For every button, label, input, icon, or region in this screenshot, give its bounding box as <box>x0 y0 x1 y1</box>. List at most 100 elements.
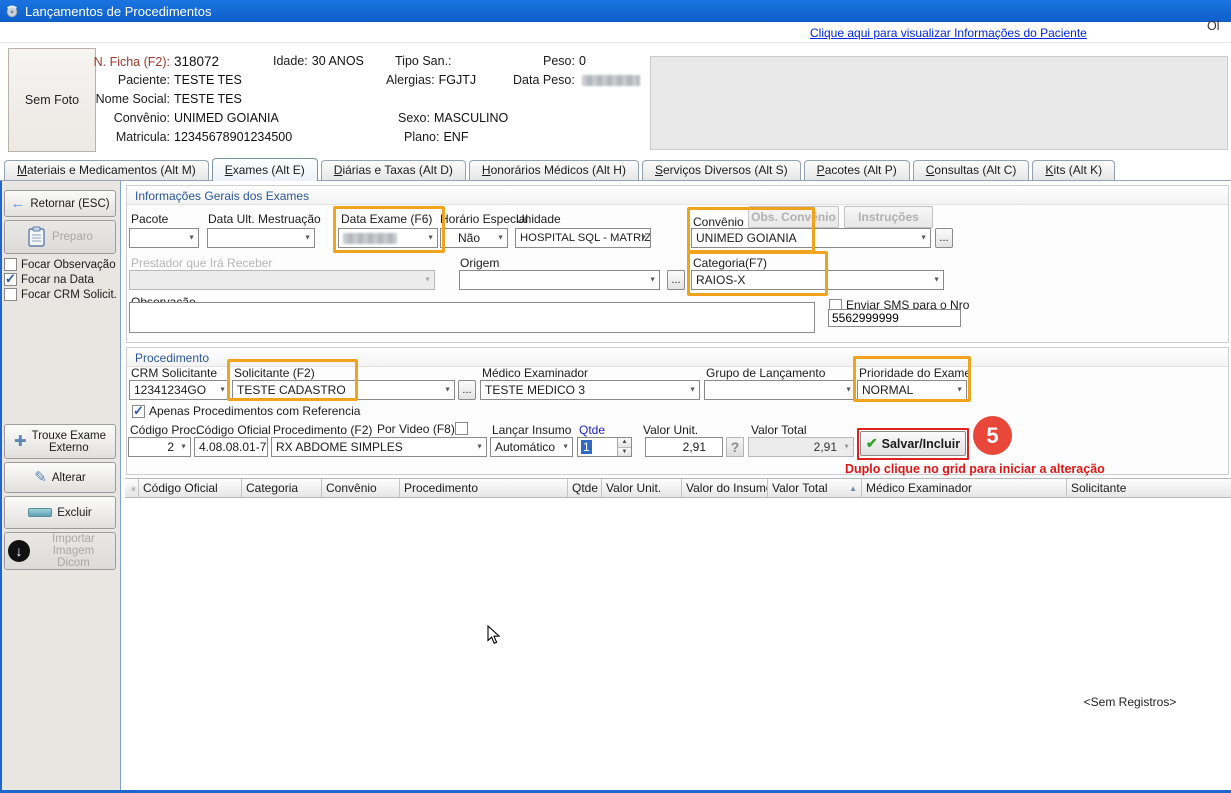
grid-col-qtde[interactable]: Qtde <box>568 479 602 497</box>
convenio-dropdown[interactable]: UNIMED GOIANIA▼ <box>691 228 931 248</box>
tab-kits[interactable]: Kits (Alt K) <box>1032 160 1115 180</box>
convenio-value: UNIMED GOIANIA <box>174 111 279 125</box>
medico-examinador-dropdown[interactable]: TESTE MEDICO 3▼ <box>480 380 700 400</box>
tab-materiais[interactable]: Materiais e Medicamentos (Alt M) <box>4 160 209 180</box>
annotation-hint: Duplo clique no grid para iniciar a alte… <box>845 462 1105 476</box>
green-check-icon: ✔ <box>866 435 878 452</box>
unidade-dropdown[interactable]: HOSPITAL SQL - MATRIZ▼ <box>515 228 651 248</box>
patient-datapeso-row: Data Peso: <box>513 73 640 87</box>
paciente-label: Paciente: <box>75 73 170 87</box>
dropdown-icon: ▼ <box>444 387 451 394</box>
dropdown-icon: ▼ <box>640 235 647 242</box>
dropdown-icon: ▼ <box>497 235 504 242</box>
grid-col-indicator: ✳ <box>125 479 139 497</box>
patient-observation-panel <box>650 56 1228 150</box>
prioridade-dropdown[interactable]: NORMAL▼ <box>857 380 967 400</box>
codigo-oficial-field[interactable]: 4.08.08.01-7 <box>194 437 268 457</box>
peso-value: 0 <box>579 54 586 68</box>
indicator-icon: ✳ <box>129 485 137 494</box>
categoria-dropdown[interactable]: RAIOS-X▼ <box>691 270 944 290</box>
grupo-lancamento-dropdown[interactable]: ▼ <box>704 380 856 400</box>
tab-servicos[interactable]: Serviços Diversos (Alt S) <box>642 160 801 180</box>
categoria-label: Categoria(F7) <box>693 256 767 270</box>
grid-col-convenio[interactable]: Convênio <box>322 479 400 497</box>
qtde-stepper[interactable]: 1 ▲ ▼ <box>577 437 632 457</box>
importar-dicom-button[interactable]: ↓ ImportarImagem Dicom <box>4 532 116 570</box>
spin-up-icon[interactable]: ▲ <box>618 438 631 447</box>
focar-na-data-checkbox[interactable]: Focar na Data <box>4 273 94 286</box>
unidade-label: Unidade <box>516 212 561 226</box>
procedures-grid: ✳ Código Oficial Categoria Convênio Proc… <box>125 478 1231 790</box>
dropdown-icon: ▼ <box>427 235 434 242</box>
valor-unit-field[interactable]: 2,91 <box>645 437 723 457</box>
grid-col-codigo-oficial[interactable]: Código Oficial <box>139 479 242 497</box>
tab-pacotes[interactable]: Pacotes (Alt P) <box>804 160 910 180</box>
solicitante-more-button[interactable]: ... <box>458 380 476 400</box>
por-video-checkbox[interactable] <box>455 422 468 435</box>
tab-honorarios[interactable]: Honorários Médicos (Alt H) <box>469 160 639 180</box>
grupo-lancamento-label: Grupo de Lançamento <box>706 366 825 380</box>
clipboard-icon <box>27 226 47 248</box>
lancar-insumo-dropdown[interactable]: Automático▼ <box>490 437 573 457</box>
focar-observacao-checkbox[interactable]: Focar Observação <box>4 258 116 271</box>
crm-solicitante-dropdown[interactable]: 12341234GO▼ <box>129 380 230 400</box>
procedimento-label: Procedimento (F2) <box>273 423 372 437</box>
grid-col-valor-unit[interactable]: Valor Unit. <box>602 479 682 497</box>
patient-ficha-row: N. Ficha (F2):318072 <box>75 54 219 69</box>
help-button[interactable]: ? <box>726 437 744 457</box>
grid-col-valor-total[interactable]: Valor Total ▲ <box>768 479 862 497</box>
dropdown-icon: ▼ <box>843 444 850 451</box>
valor-unit-label: Valor Unit. <box>643 423 698 437</box>
tab-exames[interactable]: Exames (Alt E) <box>212 158 318 181</box>
convenio-more-button[interactable]: ... <box>935 228 953 248</box>
origem-dropdown[interactable]: ▼ <box>459 270 660 290</box>
tab-consultas[interactable]: Consultas (Alt C) <box>913 160 1030 180</box>
dropdown-icon: ▼ <box>956 387 963 394</box>
retornar-button[interactable]: ← Retornar (ESC) <box>4 190 116 217</box>
tab-diarias[interactable]: Diárias e Taxas (Alt D) <box>321 160 466 180</box>
excluir-button[interactable]: Excluir <box>4 496 116 529</box>
patient-tiposan-row: Tipo San.: <box>395 54 456 68</box>
sms-number-field[interactable] <box>828 309 961 327</box>
app-icon <box>5 4 19 18</box>
patient-convenio-row: Convênio:UNIMED GOIANIA <box>75 111 279 125</box>
dropdown-icon: ▼ <box>188 235 195 242</box>
codigo-proc-dropdown[interactable]: 2▼ <box>128 437 191 457</box>
valor-total-field: 2,91 ▼ <box>748 437 854 457</box>
back-arrow-icon: ← <box>10 196 25 211</box>
procedimento-dropdown[interactable]: RX ABDOME SIMPLES▼ <box>271 437 487 457</box>
grid-col-procedimento[interactable]: Procedimento <box>400 479 568 497</box>
grid-col-medico[interactable]: Médico Examinador <box>862 479 1067 497</box>
dropdown-icon: ▼ <box>649 277 656 284</box>
grid-col-categoria[interactable]: Categoria <box>242 479 322 497</box>
grid-col-solicitante[interactable]: Solicitante <box>1067 479 1231 497</box>
data-exame-dropdown[interactable]: ▼ <box>338 228 438 248</box>
delete-bar-icon <box>28 508 52 517</box>
instrucoes-button[interactable]: Instruções <box>844 206 933 228</box>
patient-info-link[interactable]: Clique aqui para visualizar Informações … <box>810 26 1087 40</box>
trouxe-exame-externo-button[interactable]: ✚ Trouxe ExameExterno <box>4 424 116 459</box>
ellipsis-icon: ... <box>939 232 948 244</box>
preparo-button[interactable]: Preparo <box>4 220 116 254</box>
solicitante-dropdown[interactable]: TESTE CADASTRO▼ <box>232 380 455 400</box>
horario-especial-dropdown[interactable]: Não▼ <box>440 228 508 248</box>
obs-convenio-button[interactable]: Obs. Convênio <box>748 206 839 228</box>
valor-total-label: Valor Total <box>751 423 807 437</box>
group-title: Procedimento <box>127 348 1228 367</box>
salvar-incluir-button[interactable]: ✔ Salvar/Incluir <box>860 431 966 456</box>
dropdown-icon: ▼ <box>476 444 483 451</box>
pacote-dropdown[interactable]: ▼ <box>129 228 199 248</box>
prioridade-label: Prioridade do Exame <box>859 366 971 380</box>
focar-crm-checkbox[interactable]: Focar CRM Solicit. <box>4 288 117 301</box>
grid-col-valor-insumo[interactable]: Valor do Insumo <box>682 479 768 497</box>
spin-down-icon[interactable]: ▼ <box>618 447 631 457</box>
idade-value: 30 ANOS <box>312 54 364 68</box>
observacao-textarea[interactable] <box>129 302 815 333</box>
alterar-button[interactable]: ✎ Alterar <box>4 462 116 493</box>
apenas-referencia-checkbox[interactable]: Apenas Procedimentos com Referencia <box>132 404 360 418</box>
origem-more-button[interactable]: ... <box>667 270 685 290</box>
prestador-dropdown[interactable]: ▼ <box>129 270 435 290</box>
dum-dropdown[interactable]: ▼ <box>207 228 315 248</box>
pencil-icon: ✎ <box>34 470 47 485</box>
sexo-value: MASCULINO <box>434 111 508 125</box>
